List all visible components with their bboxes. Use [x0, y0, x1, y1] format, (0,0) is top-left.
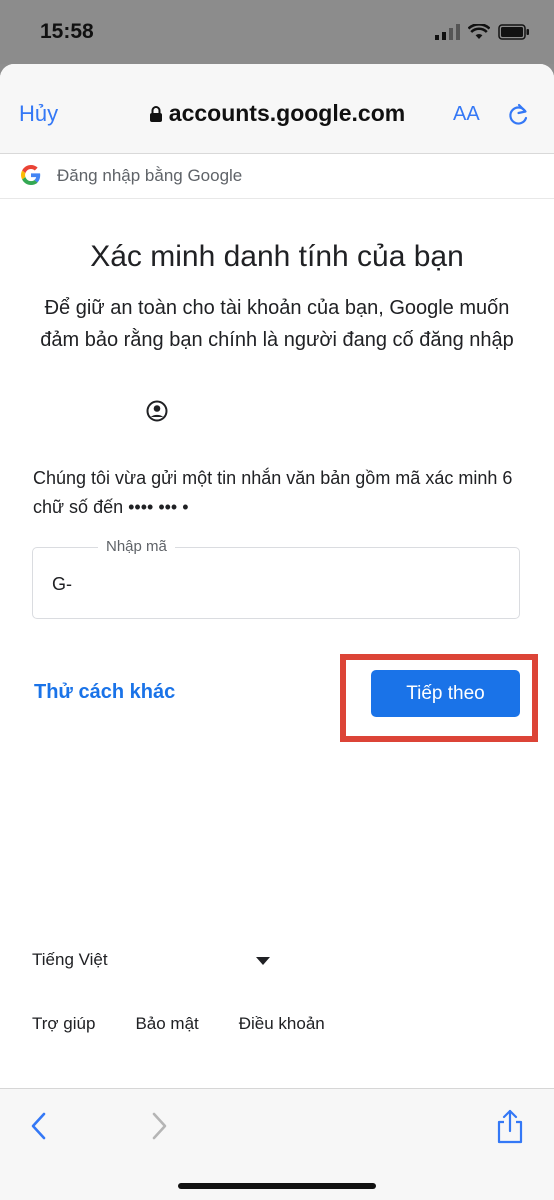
text-size-button[interactable]: AA	[453, 103, 480, 126]
sms-instruction: Chúng tôi vừa gửi một tin nhắn văn bản g…	[33, 468, 513, 517]
share-icon[interactable]	[494, 1109, 526, 1145]
status-time: 15:58	[40, 20, 94, 43]
page-title: Xác minh danh tính của bạn	[90, 240, 464, 273]
browser-sheet: Hủy accounts.google.com AA Đăng nhập bằn…	[0, 64, 554, 1200]
code-input[interactable]	[32, 547, 520, 619]
wifi-icon	[468, 24, 490, 39]
terms-link[interactable]: Điều khoản	[239, 1014, 325, 1033]
battery-icon	[498, 24, 529, 40]
help-link[interactable]: Trợ giúp	[32, 1014, 95, 1033]
language-selector[interactable]: Tiếng Việt	[32, 950, 108, 970]
code-input-value[interactable]: G-	[52, 574, 72, 595]
browser-header: Hủy accounts.google.com AA	[0, 64, 554, 154]
cellular-signal-icon	[435, 24, 460, 40]
text-size-label: AA	[453, 103, 480, 125]
chevron-down-icon[interactable]	[256, 957, 270, 965]
next-button[interactable]: Tiếp theo	[371, 670, 520, 717]
try-another-way-link[interactable]: Thử cách khác	[34, 681, 175, 704]
status-icons	[434, 24, 530, 40]
account-circle-icon[interactable]	[146, 400, 168, 422]
home-indicator	[178, 1183, 376, 1189]
forward-arrow-icon[interactable]	[149, 1111, 169, 1141]
footer-links: Trợ giúp Bảo mật Điều khoản	[32, 1014, 365, 1034]
code-input-label: Nhập mã	[98, 538, 175, 555]
url-text: accounts.google.com	[168, 100, 406, 126]
status-bar: 15:58	[0, 0, 554, 64]
google-logo-icon	[21, 165, 41, 185]
lock-icon	[149, 106, 162, 122]
google-signin-bar: Đăng nhập bằng Google	[0, 154, 554, 199]
reload-icon[interactable]	[506, 102, 530, 128]
back-arrow-icon[interactable]	[29, 1111, 49, 1141]
google-signin-label: Đăng nhập bằng Google	[57, 166, 243, 185]
page-subtitle: Để giữ an toàn cho tài khoản của bạn, Go…	[40, 297, 514, 351]
privacy-link[interactable]: Bảo mật	[135, 1014, 198, 1033]
